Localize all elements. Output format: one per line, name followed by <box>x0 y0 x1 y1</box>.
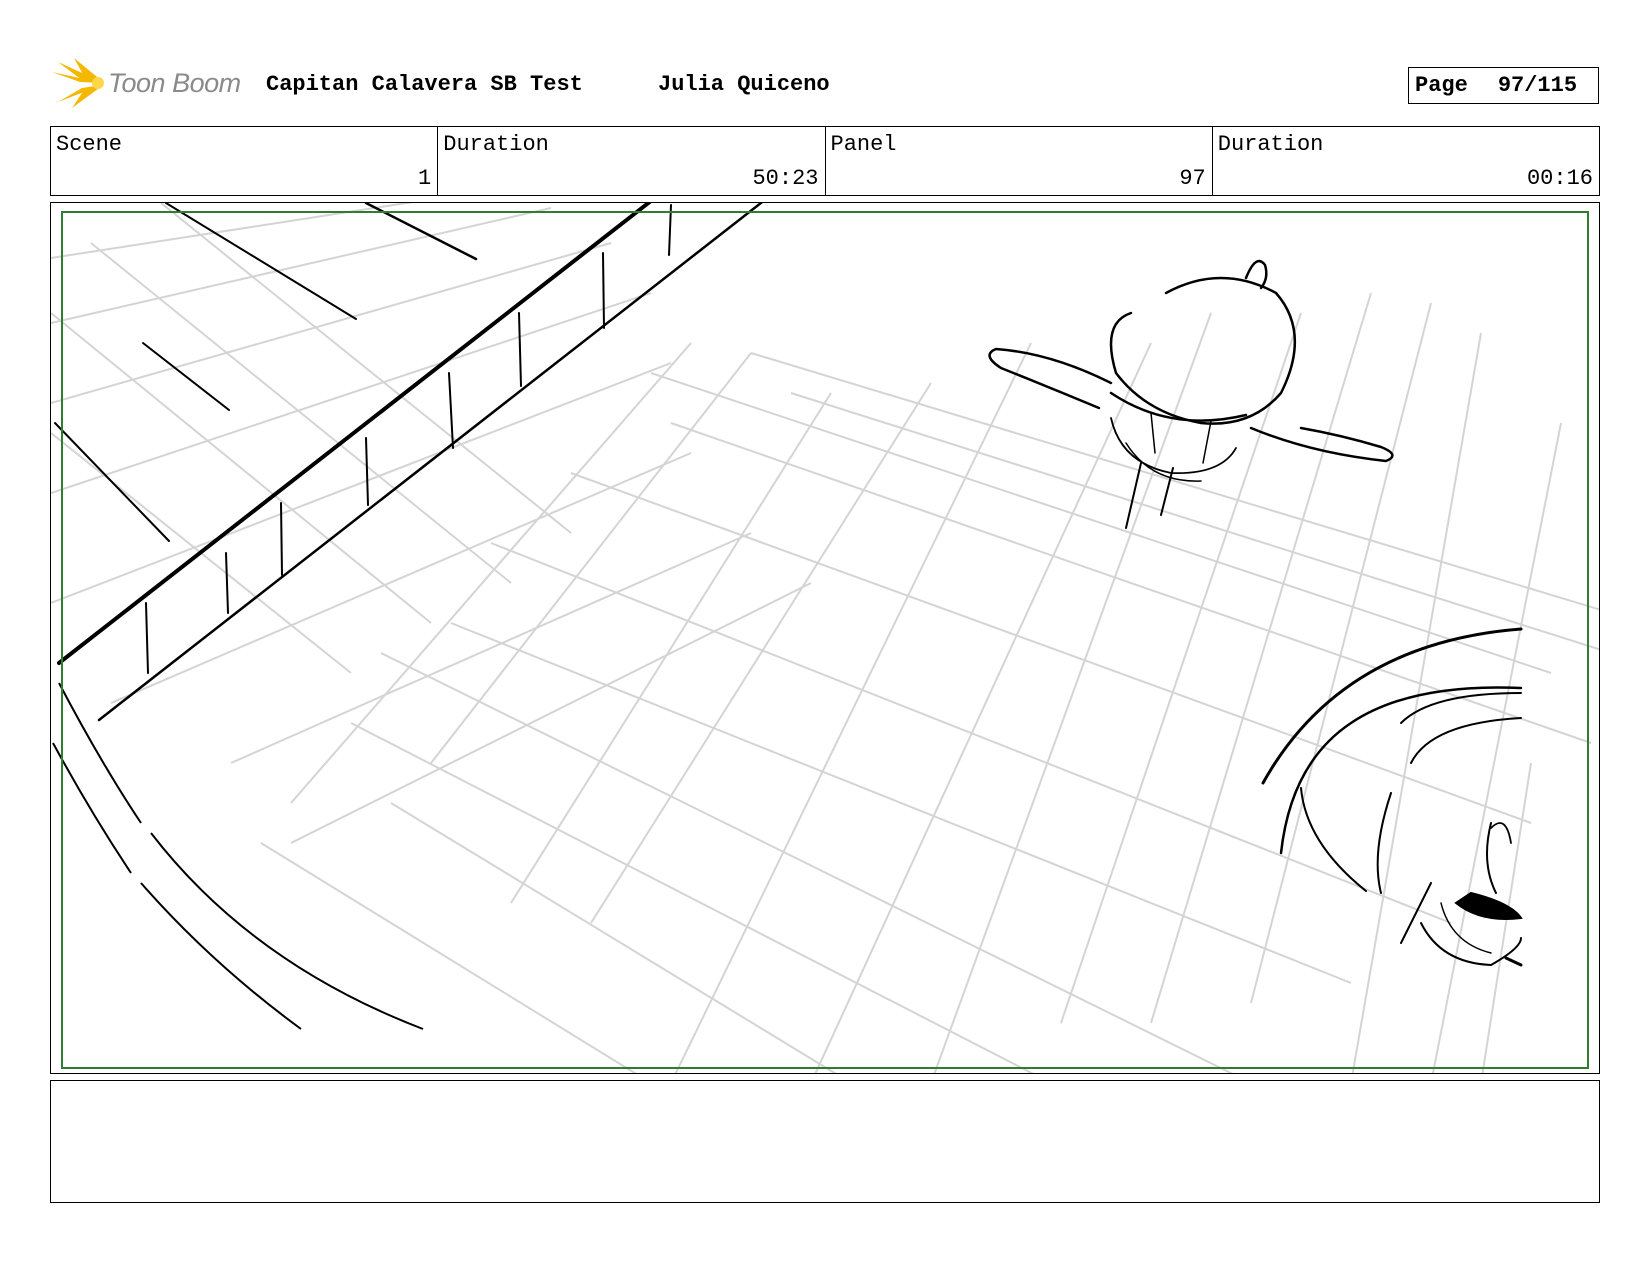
page-number: 97/115 <box>1497 73 1578 98</box>
page-indicator: Page 97/115 <box>1408 67 1599 104</box>
project-title: Capitan Calavera SB Test <box>266 72 583 97</box>
toon-boom-logo: Toon Boom <box>52 58 252 110</box>
panel-duration-value: 00:16 <box>1526 166 1593 191</box>
panel-value: 97 <box>1179 166 1206 191</box>
curved-track <box>52 682 424 1030</box>
starburst-icon <box>52 58 104 108</box>
panel-info-table: Scene 1 Duration 50:23 Panel 97 Duration… <box>50 126 1600 196</box>
scene-value: 1 <box>418 166 432 191</box>
scene-label: Scene <box>56 132 123 157</box>
page-label: Page <box>1415 73 1468 98</box>
floor-grid <box>51 203 1599 1073</box>
scene-duration-value: 50:23 <box>752 166 819 191</box>
scene-duration-label: Duration <box>443 132 549 157</box>
flying-character <box>988 259 1394 529</box>
panel-duration-label: Duration <box>1217 132 1324 157</box>
panel-drawing <box>51 203 1599 1073</box>
scene-cell: Scene 1 <box>51 127 439 195</box>
scene-duration-cell: Duration 50:23 <box>438 127 826 195</box>
author-name: Julia Quiceno <box>658 72 830 97</box>
panel-label: Panel <box>830 132 897 157</box>
logo-text: Toon Boom <box>108 68 241 98</box>
panel-duration-cell: Duration 00:16 <box>1213 127 1599 195</box>
storyboard-panel <box>50 202 1600 1074</box>
wall-ledge <box>54 203 763 722</box>
rolling-character <box>1261 627 1523 967</box>
panel-cell: Panel 97 <box>826 127 1213 195</box>
notes-box <box>50 1080 1600 1203</box>
